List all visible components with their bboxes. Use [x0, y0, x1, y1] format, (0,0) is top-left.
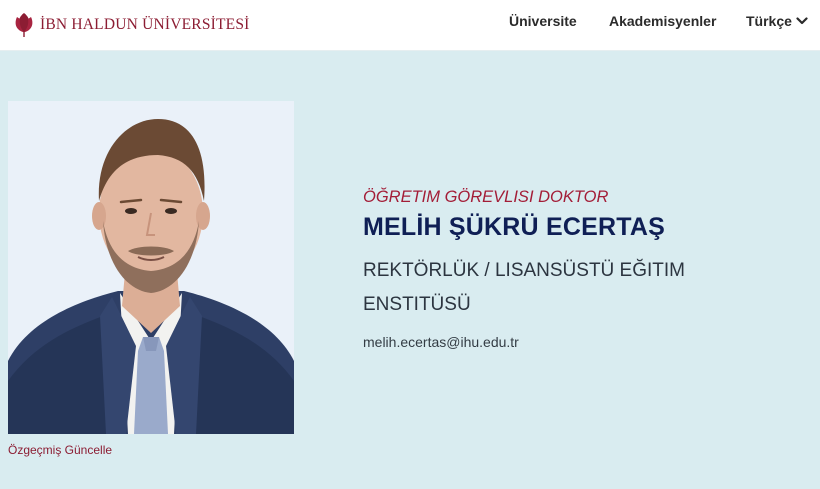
brand-logo-link[interactable]: İBN HALDUN ÜNİVERSİTESİ — [14, 9, 250, 41]
tulip-logo-icon — [15, 13, 33, 37]
academic-title: ÖĞRETIM GÖREVLISI DOKTOR — [363, 188, 609, 206]
update-cv-link[interactable]: Özgeçmiş Güncelle — [8, 443, 112, 457]
language-label: Türkçe — [746, 13, 792, 29]
profile-photo — [8, 101, 294, 434]
language-selector[interactable]: Türkçe — [746, 13, 808, 29]
nav-akademisyenler[interactable]: Akademisyenler — [609, 13, 716, 29]
brand-name: İBN HALDUN ÜNİVERSİTESİ — [40, 16, 250, 33]
nav-universite[interactable]: Üniversite — [509, 13, 577, 29]
department: REKTÖRLÜK / LISANSÜSTÜ EĞITIM ENSTITÜSÜ — [363, 260, 685, 315]
chevron-down-icon — [796, 17, 808, 25]
top-navbar: İBN HALDUN ÜNİVERSİTESİ Üniversite Akade… — [0, 0, 820, 51]
email-link[interactable]: melih.ecertas@ihu.edu.tr — [363, 334, 519, 350]
person-name: MELİH ŞÜKRÜ ECERTAŞ — [363, 213, 665, 241]
